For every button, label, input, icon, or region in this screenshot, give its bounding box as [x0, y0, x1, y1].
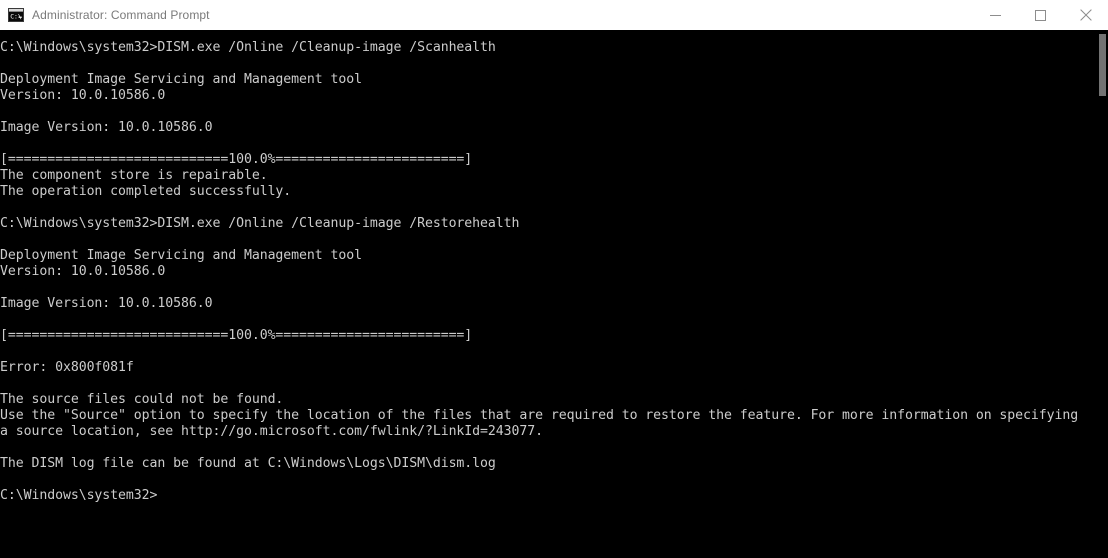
cmd-console-icon: C:\: [8, 7, 24, 23]
minimize-button[interactable]: [973, 0, 1018, 30]
console-text: C:\Windows\system32>DISM.exe /Online /Cl…: [0, 40, 1079, 503]
window-controls: [973, 0, 1108, 30]
title-bar[interactable]: C:\ Administrator: Command Prompt: [0, 0, 1108, 30]
maximize-button[interactable]: [1018, 0, 1063, 30]
console-output-area[interactable]: C:\Windows\system32>DISM.exe /Online /Cl…: [0, 30, 1108, 558]
command-prompt-window: C:\ Administrator: Command Prompt C:\Win…: [0, 0, 1108, 558]
scrollbar-thumb[interactable]: [1099, 34, 1106, 96]
close-button[interactable]: [1063, 0, 1108, 30]
window-title: Administrator: Command Prompt: [32, 8, 210, 22]
vertical-scrollbar[interactable]: [1096, 30, 1108, 558]
title-bar-left: C:\ Administrator: Command Prompt: [0, 7, 973, 23]
